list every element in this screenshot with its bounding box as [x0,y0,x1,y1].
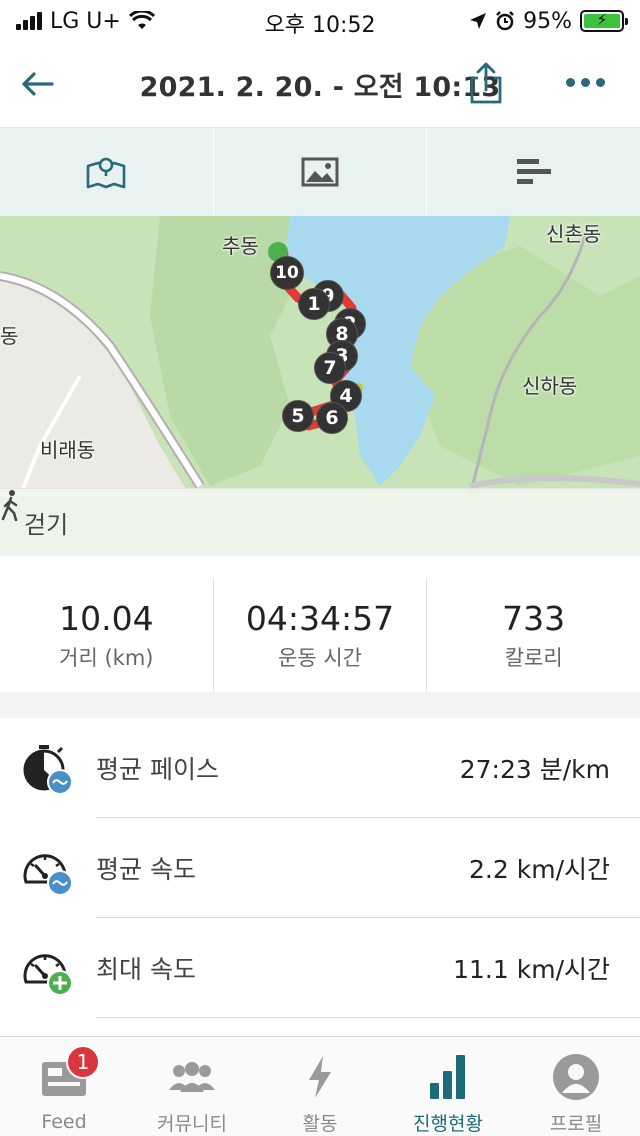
nav-label: Feed [41,1111,87,1133]
lap-marker[interactable]: 10 [270,256,304,290]
tab-map[interactable] [0,128,214,216]
walking-icon [1,490,18,521]
nav-label: 활동 [302,1113,338,1135]
stat-distance: 10.04 거리 (km) [0,578,214,692]
carrier-label: LG U+ [50,8,121,34]
location-arrow-icon [470,13,487,29]
metrics-list: 평균 페이스 27:23 분/km 평균 속도 2.2 km/시간 최대 속도 … [0,718,640,1018]
metric-row-max-speed[interactable]: 최대 속도 11.1 km/시간 [0,918,640,1018]
battery-icon: ⚡ [580,10,628,32]
activity-detail-screen: LG U+ 오후 10:52 95% ⚡ 2021. 2. 20. - 오전 1… [0,0,640,1136]
activity-type-bar: 걷기 [0,488,640,556]
metric-value: 2.2 km/시간 [469,855,610,884]
stat-value: 10.04 [59,598,154,638]
activity-date-title: 2021. 2. 20. - 오전 10:13 [139,72,501,103]
status-bar: LG U+ 오후 10:52 95% ⚡ [0,0,640,42]
nav-item-feed[interactable]: 1 Feed [0,1037,128,1136]
share-icon[interactable] [466,60,506,106]
metric-label: 최대 속도 [96,955,196,984]
more-options-icon[interactable] [566,72,610,92]
lightning-icon [293,1051,347,1103]
stat-calories: 733 칼로리 [427,578,640,692]
summary-stats: 10.04 거리 (km) 04:34:57 운동 시간 733 칼로리 [0,578,640,692]
map-icon [87,157,126,189]
stopwatch-pace-icon [23,745,73,795]
signal-icon [16,12,42,30]
speedometer-avg-icon [23,854,73,896]
stat-label: 운동 시간 [278,645,362,670]
bars-icon [516,159,551,184]
place-label-biraedong: 비래동 [40,438,96,462]
stat-duration: 04:34:57 운동 시간 [214,578,428,692]
stat-value: 733 [502,598,566,638]
bottom-navigation: 1 Feed 커뮤니티 활동 진행현황 프로필 [0,1036,640,1136]
metric-row-avg-pace[interactable]: 평균 페이스 27:23 분/km [0,718,640,818]
lap-marker[interactable]: 5 [282,400,314,432]
top-app-bar: 2021. 2. 20. - 오전 10:13 [0,42,640,128]
place-label-sinhadong: 신하동 [522,374,578,398]
image-icon [301,157,339,187]
place-label-dong: 동 [0,324,19,348]
stat-value: 04:34:57 [245,598,395,638]
lap-marker[interactable]: 6 [316,402,348,434]
place-label-sinchondong: 신촌동 [546,222,602,246]
stat-label: 칼로리 [504,645,563,670]
nav-item-progress[interactable]: 진행현황 [384,1037,512,1136]
metric-row-avg-speed[interactable]: 평균 속도 2.2 km/시간 [0,818,640,918]
lap-marker[interactable]: 7 [314,352,346,384]
metric-label: 평균 페이스 [96,755,219,784]
metric-label: 평균 속도 [96,855,196,884]
stat-label: 거리 (km) [59,645,154,670]
tab-splits[interactable] [427,128,640,216]
notification-badge: 1 [66,1045,100,1079]
metric-value: 11.1 km/시간 [453,955,610,984]
section-divider [0,692,640,718]
nav-label: 진행현황 [413,1113,483,1135]
activity-type-label: 걷기 [24,511,69,539]
nav-label: 프로필 [549,1113,603,1135]
nav-label: 커뮤니티 [157,1113,227,1135]
metric-value: 27:23 분/km [459,755,610,784]
nav-item-community[interactable]: 커뮤니티 [128,1037,256,1136]
profile-avatar-icon [549,1051,603,1103]
battery-percent: 95% [523,8,572,34]
speedometer-max-icon [23,954,73,996]
nav-item-profile[interactable]: 프로필 [512,1037,640,1136]
alarm-icon [496,11,514,31]
nav-item-activity[interactable]: 활동 [256,1037,384,1136]
place-label-chudong: 추동 [222,234,259,258]
back-arrow-icon[interactable] [18,64,58,104]
lap-marker[interactable]: 1 [298,288,330,320]
route-map[interactable]: 추동 신촌동 동 신하동 비래동 10 9 1 2 8 3 7 4 5 6 걷기 [0,216,640,556]
progress-bars-icon [421,1051,475,1103]
community-icon [165,1051,219,1103]
wifi-icon [128,11,155,29]
tab-photos[interactable] [214,128,428,216]
view-tabs [0,128,640,216]
